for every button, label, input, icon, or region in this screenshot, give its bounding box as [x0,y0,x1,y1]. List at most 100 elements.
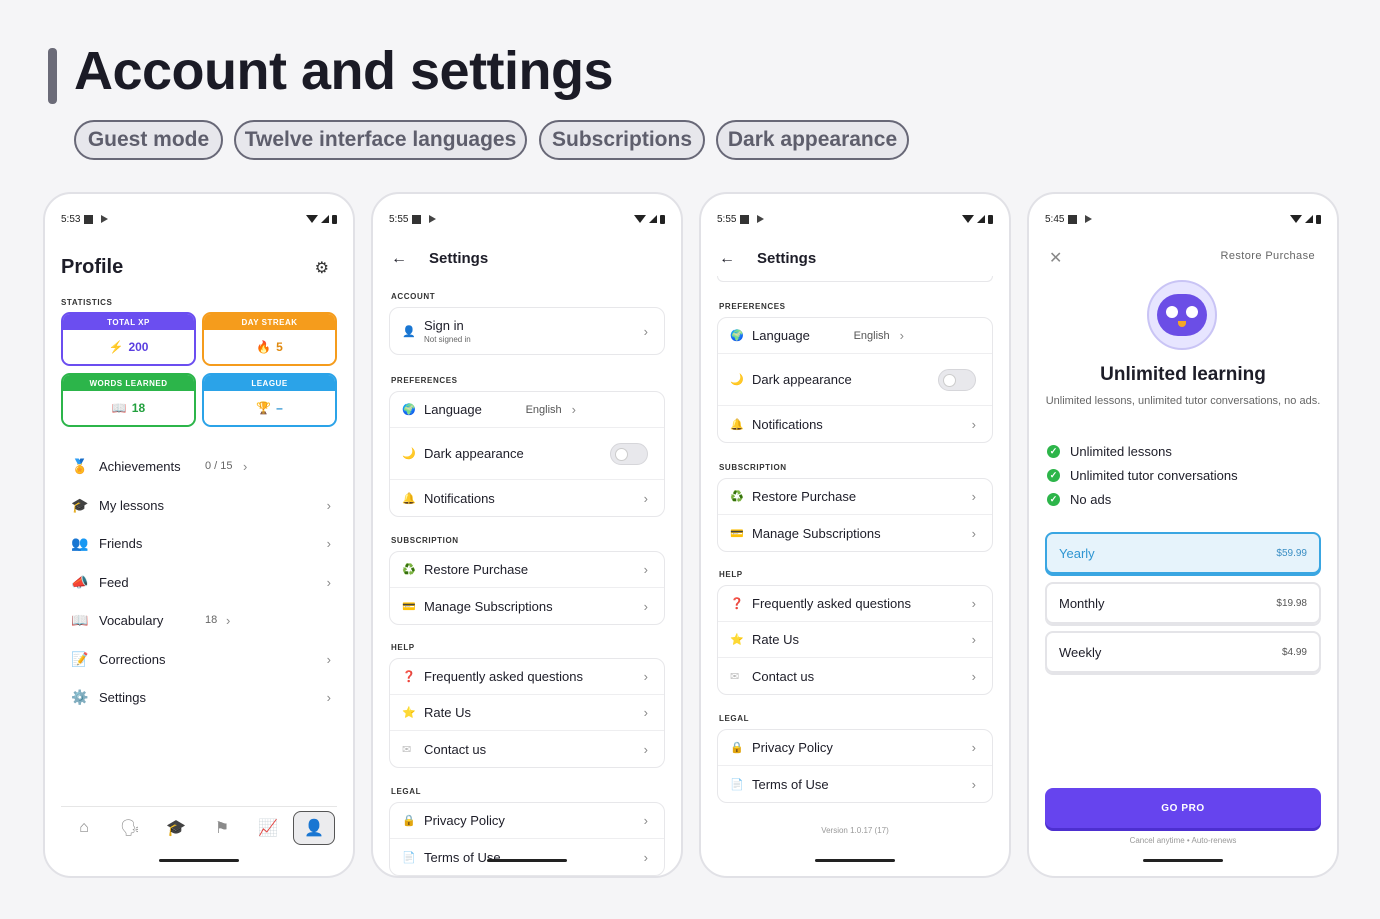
row-label: Dark appearance [424,446,524,461]
version-label: Version 1.0.17 (17) [821,826,889,835]
feature-label: Unlimited lessons [1070,443,1172,459]
row-label: Manage Subscriptions [752,525,881,541]
bell-icon: 🔔 [402,492,416,505]
bottom-tab-bar: ⌂ 🗣 🎓 ⚑ 📈 👤 [61,806,337,848]
chevron-right-icon: › [643,705,648,720]
row-rate-us[interactable]: ⭐ Rate Us › [718,622,992,658]
stat-value: – [276,401,283,415]
go-pro-button[interactable]: GO PRO [1045,788,1321,828]
battery-icon [1316,214,1321,224]
trending-icon[interactable]: 📈 [247,811,289,845]
row-notifications[interactable]: 🔔 Notifications › [718,406,992,442]
row-terms-of-use[interactable]: 📄 Terms of Use › [390,839,664,875]
row-contact-us[interactable]: ✉ Contact us › [718,658,992,694]
row-faq[interactable]: ❓ Frequently asked questions › [718,586,992,622]
menu-item-corrections[interactable]: 📝 Corrections › [71,647,331,671]
menu-label: Feed [99,574,129,590]
status-time: 5:55 [717,213,737,225]
chevron-right-icon: › [643,598,648,614]
home-icon[interactable]: ⌂ [63,811,105,845]
row-manage-subscriptions[interactable]: 💳 Manage Subscriptions › [718,515,992,551]
plan-yearly[interactable]: Yearly $59.99 [1045,532,1321,574]
paywall-subtitle: Unlimited lessons, unlimited tutor conve… [1045,395,1321,407]
profile-icon[interactable]: 👤 [293,810,335,845]
wifi-icon [1290,215,1302,223]
phone-paywall: 5:45 ✕ Restore Purchase Unlimited learni… [1027,192,1339,878]
menu-item-vocabulary[interactable]: 📖 Vocabulary 18 › [71,608,331,632]
row-privacy-policy[interactable]: 🔒 Privacy Policy › [390,803,664,839]
restore-purchase-link[interactable]: Restore Purchase [1221,250,1315,262]
notification-icon [84,214,94,224]
wifi-icon [962,215,974,223]
play-icon [429,215,437,223]
bell-icon: 🔔 [730,418,744,431]
stat-label: LEAGUE [204,375,335,391]
page-title: Account and settings [74,41,614,101]
credit-card-icon: 💳 [730,527,744,540]
tag-interface-languages: Twelve interface languages [234,120,527,160]
envelope-icon: ✉ [730,670,740,683]
section-label-legal: LEGAL [719,714,750,723]
section-label-help: HELP [719,570,743,579]
row-privacy-policy[interactable]: 🔒 Privacy Policy › [718,730,992,766]
row-sign-in[interactable]: 👤 Sign in Not signed in › [390,308,664,354]
row-manage-subscriptions[interactable]: 💳 Manage Subscriptions › [390,588,664,624]
gear-icon[interactable]: ⚙ [315,258,329,278]
menu-item-my-lessons[interactable]: 🎓 My lessons › [71,493,331,517]
plan-monthly[interactable]: Monthly $19.98 [1045,582,1321,624]
friends-icon: 👥 [71,534,89,551]
tutor-icon[interactable]: 🗣 [109,811,151,845]
row-rate-us[interactable]: ⭐ Rate Us › [390,695,664,731]
flag-icon[interactable]: ⚑ [201,811,243,845]
row-language[interactable]: 🌍 Language English › [718,318,992,354]
row-label: Restore Purchase [752,489,857,504]
group-help: ❓ Frequently asked questions › ⭐ Rate Us › ✉… [717,585,993,695]
row-label: Privacy Policy [424,813,505,828]
row-label: Notifications [424,490,495,506]
plan-price: $19.98 [1276,597,1307,609]
stat-value: 200 [128,340,149,354]
play-icon [1085,215,1093,223]
dark-appearance-toggle[interactable] [938,368,976,391]
row-restore-purchase[interactable]: ♻️ Restore Purchase › [718,479,992,515]
menu-item-feed[interactable]: 📣 Feed › [71,570,331,594]
notification-icon [1068,214,1078,224]
tag-guest-mode: Guest mode [74,120,223,160]
row-restore-purchase[interactable]: ♻️ Restore Purchase › [390,552,664,588]
menu-label: Settings [99,689,146,705]
close-icon[interactable]: ✕ [1049,248,1062,268]
home-indicator [487,859,567,862]
row-language[interactable]: 🌍 Language English › [390,392,664,428]
row-label: Manage Subscriptions [424,598,553,614]
globe-icon: 🌍 [730,330,744,342]
section-label-help: HELP [391,643,415,652]
feature-item: ✓ No ads [1047,490,1111,508]
menu-item-achievements[interactable]: 🏅 Achievements 0 / 15 › [71,454,331,478]
back-arrow-icon[interactable]: ← [391,250,407,268]
row-contact-us[interactable]: ✉ Contact us › [390,731,664,767]
section-label-subscription: SUBSCRIPTION [719,463,787,472]
plan-name: Yearly [1059,545,1095,561]
menu-item-settings[interactable]: ⚙️ Settings › [71,685,331,709]
tag-subscriptions: Subscriptions [539,120,705,160]
row-terms-of-use[interactable]: 📄 Terms of Use › [718,766,992,802]
chevron-right-icon: › [971,416,976,432]
question-icon: ❓ [402,671,416,683]
row-faq[interactable]: ❓ Frequently asked questions › [390,659,664,695]
book-icon: 📖 [71,611,89,628]
row-label: Privacy Policy [752,740,833,755]
menu-item-friends[interactable]: 👥 Friends › [71,531,331,555]
row-dark-appearance: 🌙 Dark appearance [718,354,992,406]
language-value: English [853,329,890,342]
chevron-right-icon: › [326,535,331,551]
graduation-cap-icon[interactable]: 🎓 [155,811,197,845]
group-preferences: 🌍 Language English › 🌙 Dark appearance 🔔 Noti… [389,391,665,517]
row-notifications[interactable]: 🔔 Notifications › [390,480,664,516]
star-icon: ⭐ [730,634,744,646]
megaphone-icon: 📣 [71,573,89,590]
plan-weekly[interactable]: Weekly $4.99 [1045,631,1321,673]
section-label-subscription: SUBSCRIPTION [391,536,459,545]
signal-icon [1305,215,1313,223]
back-arrow-icon[interactable]: ← [719,250,735,268]
dark-appearance-toggle[interactable] [610,442,648,465]
